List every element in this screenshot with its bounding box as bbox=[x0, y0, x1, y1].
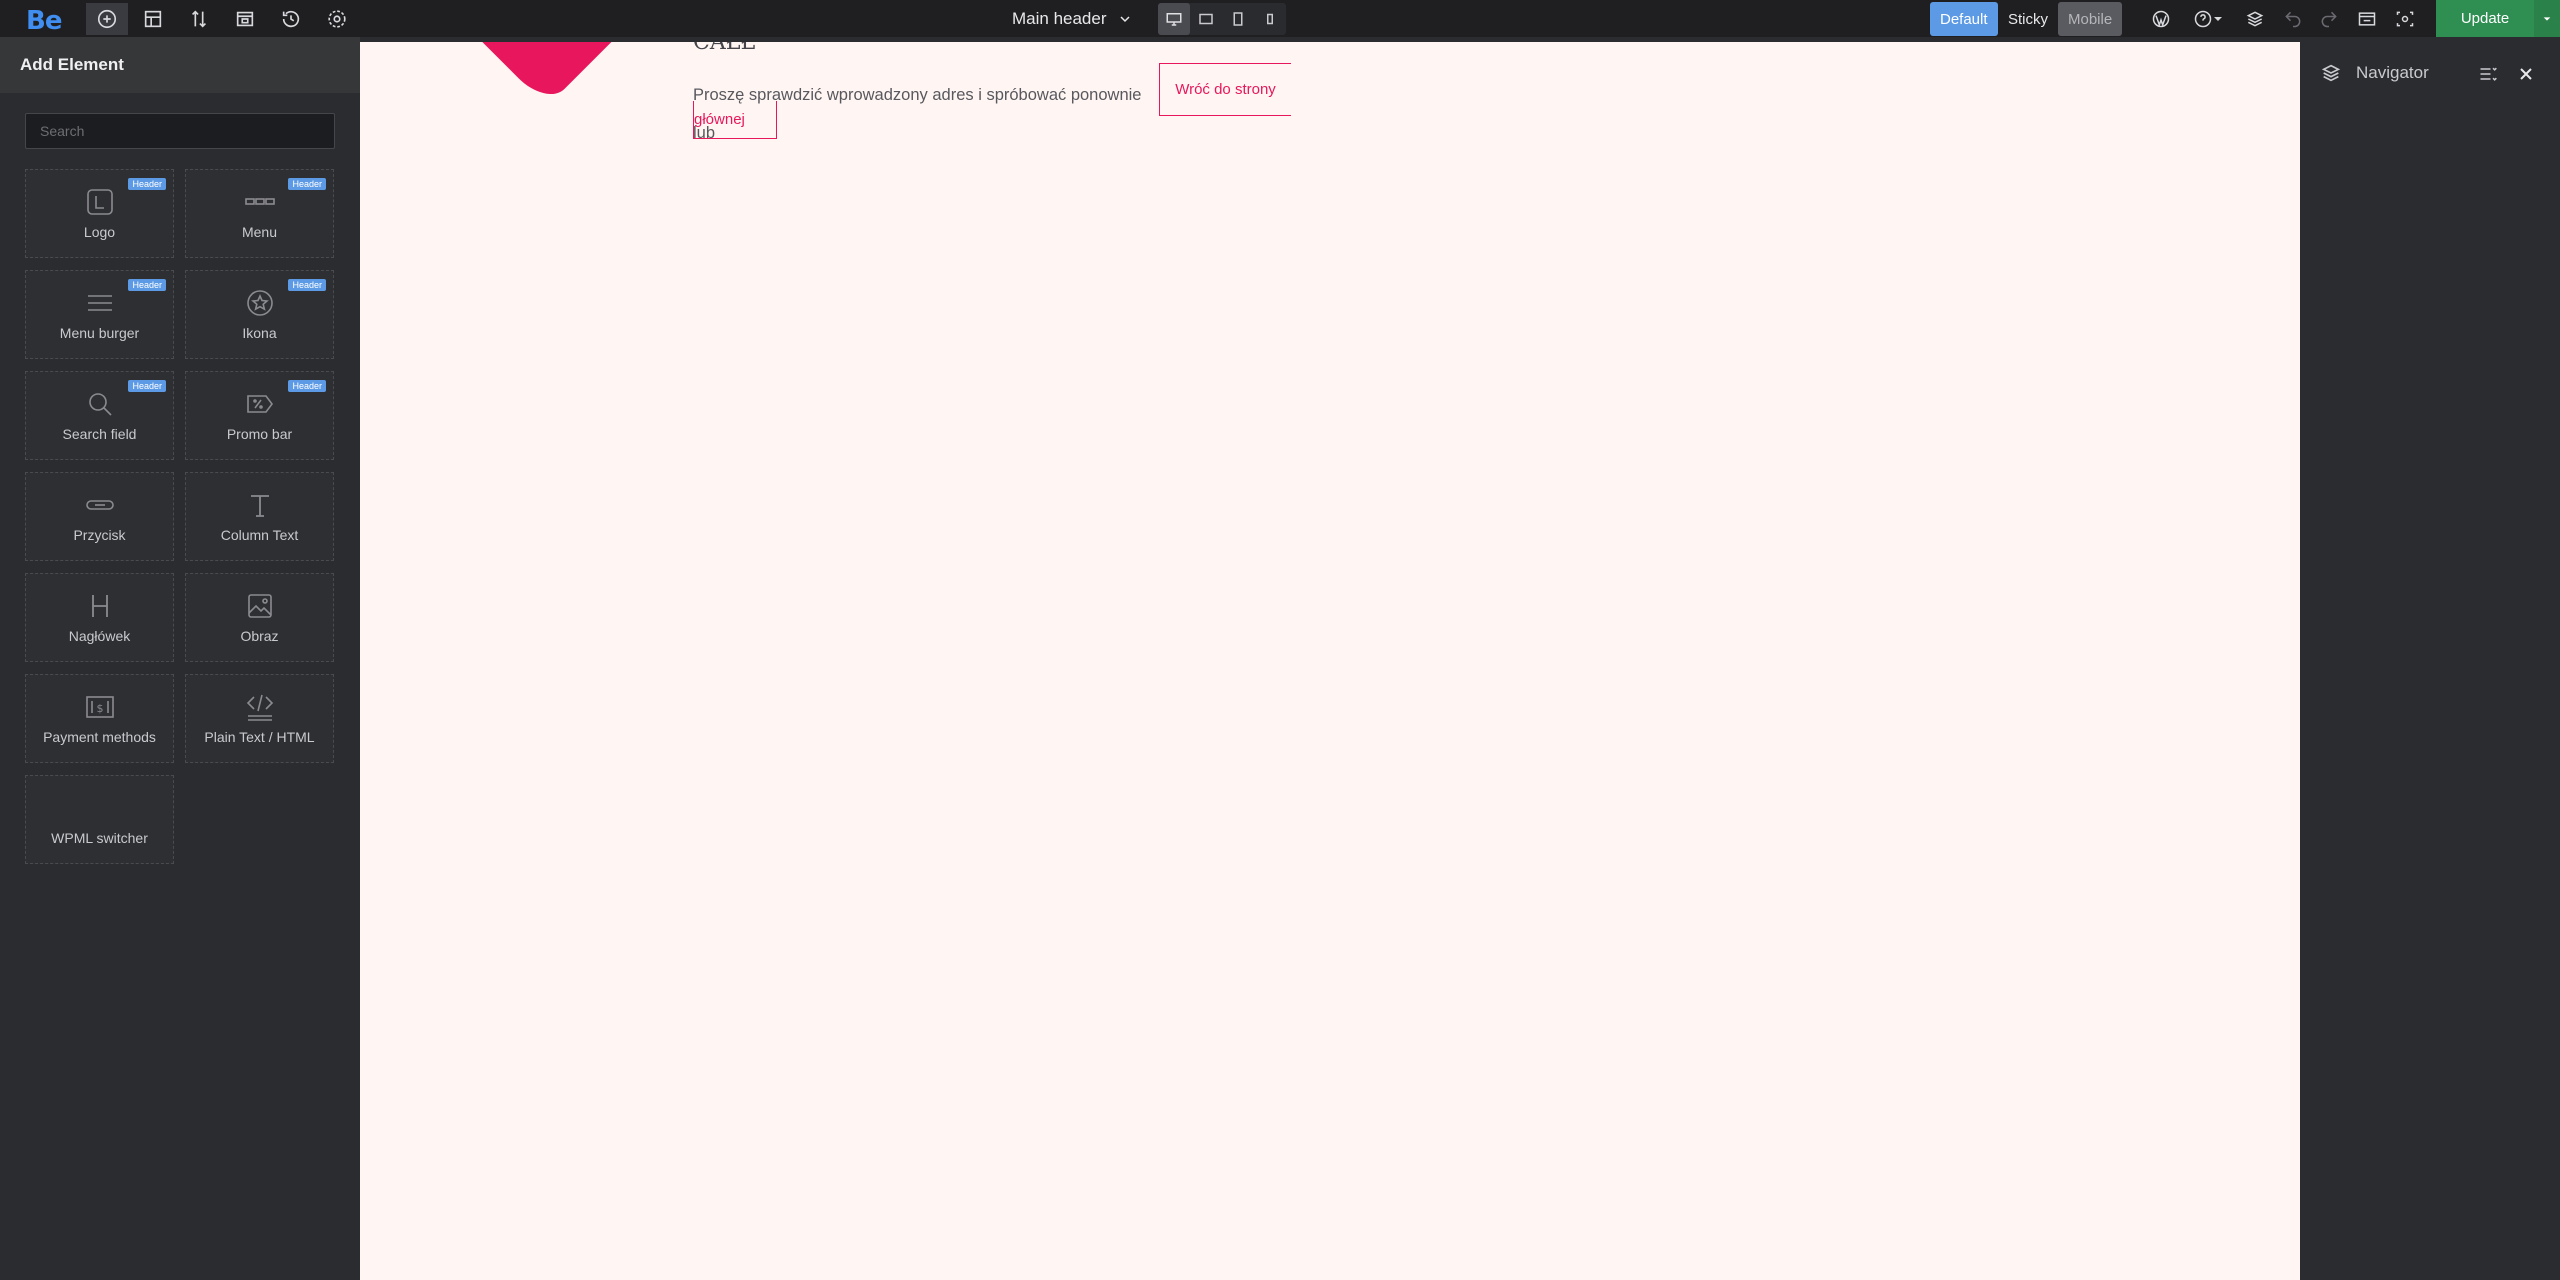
header-selector[interactable]: Main header bbox=[1012, 9, 1133, 29]
page-canvas[interactable]: CAŁŁ Proszę sprawdzić wprowadzony adres … bbox=[360, 42, 2300, 1280]
element-label: Nagłówek bbox=[68, 628, 131, 644]
tablet-landscape-icon[interactable] bbox=[1190, 3, 1222, 35]
element-label: Promo bar bbox=[226, 426, 293, 442]
header-badge: Header bbox=[128, 380, 166, 392]
header-badge: Header bbox=[128, 279, 166, 291]
navigator-options-icon[interactable] bbox=[2476, 62, 2500, 86]
state-sticky-button[interactable]: Sticky bbox=[1998, 2, 2058, 36]
layers-icon bbox=[2321, 64, 2341, 82]
add-element-panel: Add Element Header Logo Header Menu Head… bbox=[0, 37, 360, 1280]
search-icon bbox=[85, 388, 115, 420]
element-label: Menu bbox=[241, 224, 278, 240]
star-circle-icon bbox=[245, 287, 275, 319]
button-icon bbox=[85, 489, 115, 521]
element-search-field[interactable]: Header Search field bbox=[25, 371, 174, 460]
add-element-icon[interactable] bbox=[86, 3, 128, 35]
element-naglowek[interactable]: Nagłówek bbox=[25, 573, 174, 662]
history-icon[interactable] bbox=[270, 3, 312, 35]
element-menu-burger[interactable]: Header Menu burger bbox=[25, 270, 174, 359]
layers-icon[interactable] bbox=[2242, 6, 2268, 32]
element-obraz[interactable]: Obraz bbox=[185, 573, 334, 662]
navigator-title: Navigator bbox=[2356, 63, 2429, 82]
element-menu[interactable]: Header Menu bbox=[185, 169, 334, 258]
help-dropdown-icon[interactable] bbox=[2212, 6, 2224, 32]
settings-gear-icon[interactable] bbox=[316, 3, 358, 35]
header-selector-label: Main header bbox=[1012, 9, 1107, 28]
element-promo-bar[interactable]: Header Promo bar bbox=[185, 371, 334, 460]
desktop-view-icon[interactable] bbox=[1158, 3, 1190, 35]
back-to-home-button[interactable]: Wróć do strony bbox=[1159, 63, 1291, 116]
image-icon bbox=[245, 590, 275, 622]
wordpress-icon[interactable] bbox=[2148, 6, 2174, 32]
element-przycisk[interactable]: Przycisk bbox=[25, 472, 174, 561]
text-icon bbox=[245, 489, 275, 521]
betheme-logo[interactable]: Be bbox=[26, 6, 62, 36]
element-label: Obraz bbox=[240, 628, 279, 644]
element-label: Payment methods bbox=[43, 729, 156, 745]
templates-icon[interactable] bbox=[224, 3, 266, 35]
chevron-down-icon bbox=[1119, 16, 1130, 23]
element-label: Logo bbox=[83, 224, 116, 240]
close-icon[interactable] bbox=[2514, 62, 2538, 86]
element-label: Ikona bbox=[242, 325, 277, 341]
element-label: Search field bbox=[62, 426, 137, 442]
svg-text:$: $ bbox=[96, 702, 103, 715]
header-badge: Header bbox=[128, 178, 166, 190]
error-title: CAŁŁ bbox=[693, 42, 756, 55]
element-logo[interactable]: Header Logo bbox=[25, 169, 174, 258]
redo-icon[interactable] bbox=[2316, 6, 2342, 32]
element-label: Przycisk bbox=[73, 527, 126, 543]
update-options-icon[interactable] bbox=[2534, 0, 2560, 37]
browser-preview-icon[interactable] bbox=[2354, 6, 2380, 32]
payment-icon: $ bbox=[85, 691, 115, 723]
element-label: Menu burger bbox=[59, 325, 140, 341]
logo-icon bbox=[85, 186, 115, 218]
element-label: Column Text bbox=[220, 527, 299, 543]
layout-icon[interactable] bbox=[132, 3, 174, 35]
header-badge: Header bbox=[288, 380, 326, 392]
preview-eye-icon[interactable] bbox=[2392, 6, 2418, 32]
element-search-input[interactable] bbox=[25, 113, 335, 149]
panel-title: Add Element bbox=[0, 37, 360, 93]
header-badge: Header bbox=[288, 178, 326, 190]
device-switcher bbox=[1158, 3, 1286, 35]
back-to-home-button-continued[interactable]: głównej bbox=[693, 101, 777, 139]
update-button[interactable]: Update bbox=[2436, 0, 2534, 37]
tablet-portrait-icon[interactable] bbox=[1222, 3, 1254, 35]
element-payment-methods[interactable]: $ Payment methods bbox=[25, 674, 174, 763]
state-default-button[interactable]: Default bbox=[1930, 2, 1998, 36]
top-toolbar: Be Main header Default Sticky Mobile Upd… bbox=[0, 0, 2560, 37]
element-label: Plain Text / HTML bbox=[204, 729, 315, 745]
heading-icon bbox=[85, 590, 115, 622]
menu-burger-icon bbox=[85, 287, 115, 319]
navigator-panel: Navigator bbox=[2300, 42, 2560, 1280]
element-plain-text-html[interactable]: Plain Text / HTML bbox=[185, 674, 334, 763]
error-graphic bbox=[405, 42, 635, 107]
promo-tag-icon bbox=[245, 388, 275, 420]
header-badge: Header bbox=[288, 279, 326, 291]
code-icon bbox=[245, 691, 275, 723]
element-wpml-switcher[interactable]: WPML switcher bbox=[25, 775, 174, 864]
element-column-text[interactable]: Column Text bbox=[185, 472, 334, 561]
sort-icon[interactable] bbox=[178, 3, 220, 35]
menu-icon bbox=[244, 186, 275, 218]
state-mobile-button[interactable]: Mobile bbox=[2058, 2, 2123, 36]
element-ikona[interactable]: Header Ikona bbox=[185, 270, 334, 359]
undo-icon[interactable] bbox=[2280, 6, 2306, 32]
mobile-view-icon[interactable] bbox=[1254, 3, 1286, 35]
element-label: WPML switcher bbox=[51, 830, 148, 846]
